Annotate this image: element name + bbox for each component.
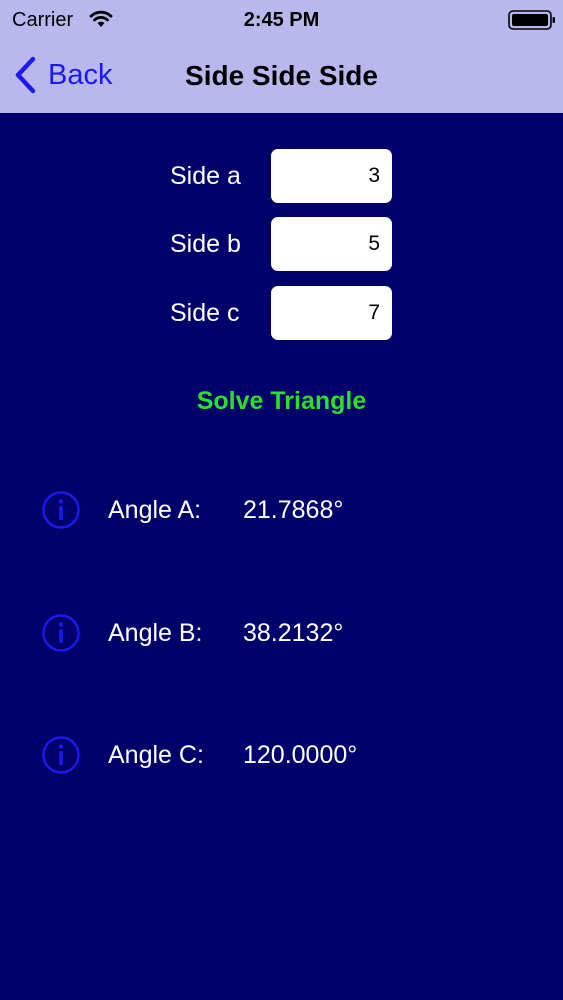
angle-c-row: Angle C: 120.0000° (0, 735, 563, 779)
side-a-input[interactable] (271, 149, 392, 203)
side-b-input[interactable] (271, 217, 392, 271)
solve-triangle-button[interactable]: Solve Triangle (0, 381, 563, 421)
side-a-label: Side a (170, 162, 241, 190)
side-c-row: Side c (0, 286, 563, 340)
side-c-label: Side c (170, 299, 240, 327)
side-b-row: Side b (0, 217, 563, 271)
info-circle-icon[interactable] (41, 613, 81, 653)
angle-c-value: 120.0000° (243, 741, 358, 769)
status-bar: Carrier 2:45 PM (0, 0, 563, 40)
angle-b-label: Angle B: (108, 619, 203, 647)
page-title: Side Side Side (185, 60, 378, 91)
info-circle-icon[interactable] (41, 490, 81, 530)
angle-a-value: 21.7868° (243, 496, 344, 524)
battery-icon (508, 10, 555, 30)
side-c-input[interactable] (271, 286, 392, 340)
angle-b-value: 38.2132° (243, 619, 344, 647)
angle-c-label: Angle C: (108, 741, 204, 769)
angle-a-row: Angle A: 21.7868° (0, 490, 563, 534)
side-b-label: Side b (170, 230, 241, 258)
angle-a-label: Angle A: (108, 496, 202, 524)
info-circle-icon[interactable] (41, 735, 81, 775)
side-a-row: Side a (0, 149, 563, 203)
navigation-bar: Carrier 2:45 PM Back Side Side Side (0, 0, 563, 113)
clock: 2:45 PM (243, 9, 320, 31)
angle-b-row: Angle B: 38.2132° (0, 613, 563, 657)
